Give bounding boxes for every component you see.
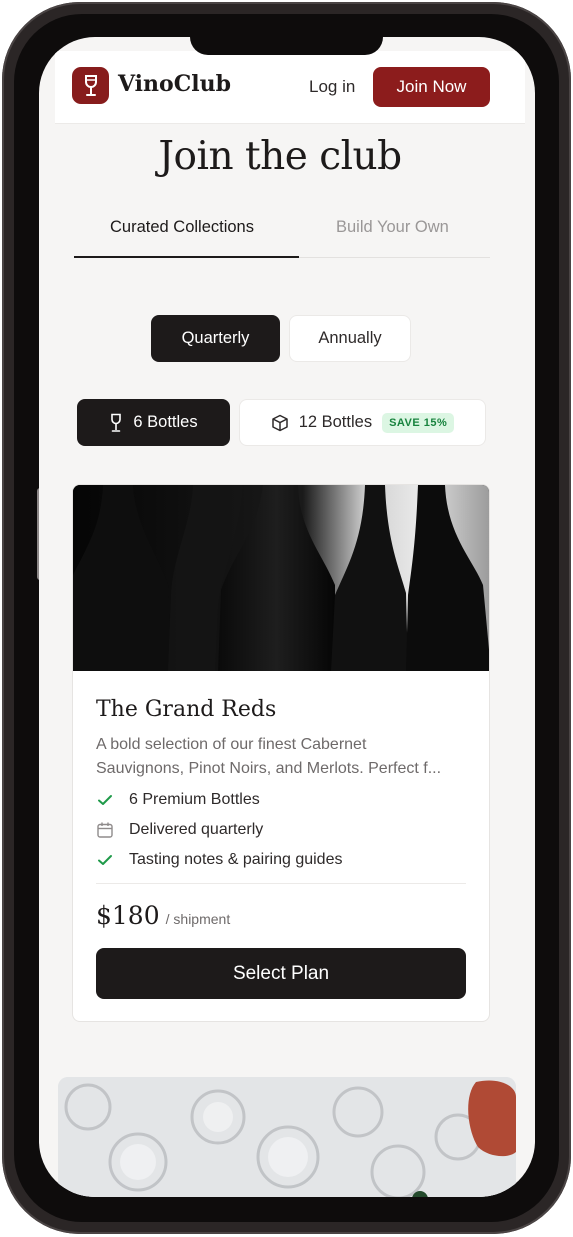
plan-card: The Grand Reds A bold selection of our f… [72, 484, 490, 1022]
twelve-bottles-option[interactable]: 12 Bottles SAVE 15% [239, 399, 486, 446]
wine-glass-icon [84, 74, 97, 96]
wine-bottles-photo [73, 485, 489, 671]
check-icon [98, 855, 112, 865]
top-navigation-bar: VinoClub Log in Join Now [55, 51, 525, 124]
page-title: Join the club [158, 134, 402, 179]
plan-description-line-1: A bold selection of our finest Cabernet [96, 736, 367, 753]
frequency-annually-button[interactable]: Annually [289, 315, 411, 362]
feature-item: 6 Premium Bottles [96, 789, 260, 811]
glassware-background-image [58, 1077, 516, 1197]
box-icon [271, 414, 288, 431]
glassware-photo [58, 1077, 516, 1197]
wine-bottles-image [73, 485, 489, 671]
logo-text[interactable]: VinoClub [118, 71, 231, 97]
plan-price: $180 / shipment [96, 901, 230, 930]
collection-tabs: Curated Collections Build Your Own [74, 204, 490, 258]
feature-item: Tasting notes & pairing guides [96, 849, 342, 871]
feature-item: Delivered quarterly [96, 819, 263, 841]
join-now-button[interactable]: Join Now [373, 67, 490, 107]
feature-text: Delivered quarterly [129, 821, 264, 838]
check-icon [98, 795, 112, 805]
save-badge: SAVE 15% [382, 412, 455, 433]
frequency-quarterly-button[interactable]: Quarterly [151, 315, 280, 362]
logo-badge[interactable] [72, 67, 109, 104]
phone-screen: VinoClub Log in Join Now Join the club C… [39, 37, 535, 1197]
six-bottles-option[interactable]: 6 Bottles [77, 399, 230, 446]
login-link[interactable]: Log in [309, 77, 355, 97]
card-divider [96, 883, 466, 884]
feature-text: Tasting notes & pairing guides [129, 851, 343, 868]
tab-build-your-own[interactable]: Build Your Own [336, 218, 449, 237]
feature-text: 6 Premium Bottles [129, 791, 260, 808]
plan-description: A bold selection of our finest Cabernet … [96, 733, 464, 781]
wine-glass-icon [111, 413, 122, 432]
price-amount: $180 [96, 901, 160, 930]
select-plan-button[interactable]: Select Plan [96, 948, 466, 999]
six-bottles-label: 6 Bottles [133, 413, 198, 431]
camera-notch [190, 37, 383, 55]
calendar-icon [97, 822, 113, 838]
join-modal: VinoClub Log in Join Now Join the club C… [55, 51, 525, 1036]
twelve-bottles-label: 12 Bottles [298, 413, 373, 431]
active-tab-indicator [74, 256, 299, 258]
price-unit: / shipment [165, 911, 231, 927]
frequency-quarterly-label: Quarterly [181, 329, 250, 347]
tab-curated-collections[interactable]: Curated Collections [110, 218, 254, 237]
frequency-annually-label: Annually [318, 329, 382, 347]
plan-description-line-2: Sauvignons, Pinot Noirs, and Merlots. Pe… [96, 760, 442, 777]
plan-name: The Grand Reds [96, 697, 277, 722]
